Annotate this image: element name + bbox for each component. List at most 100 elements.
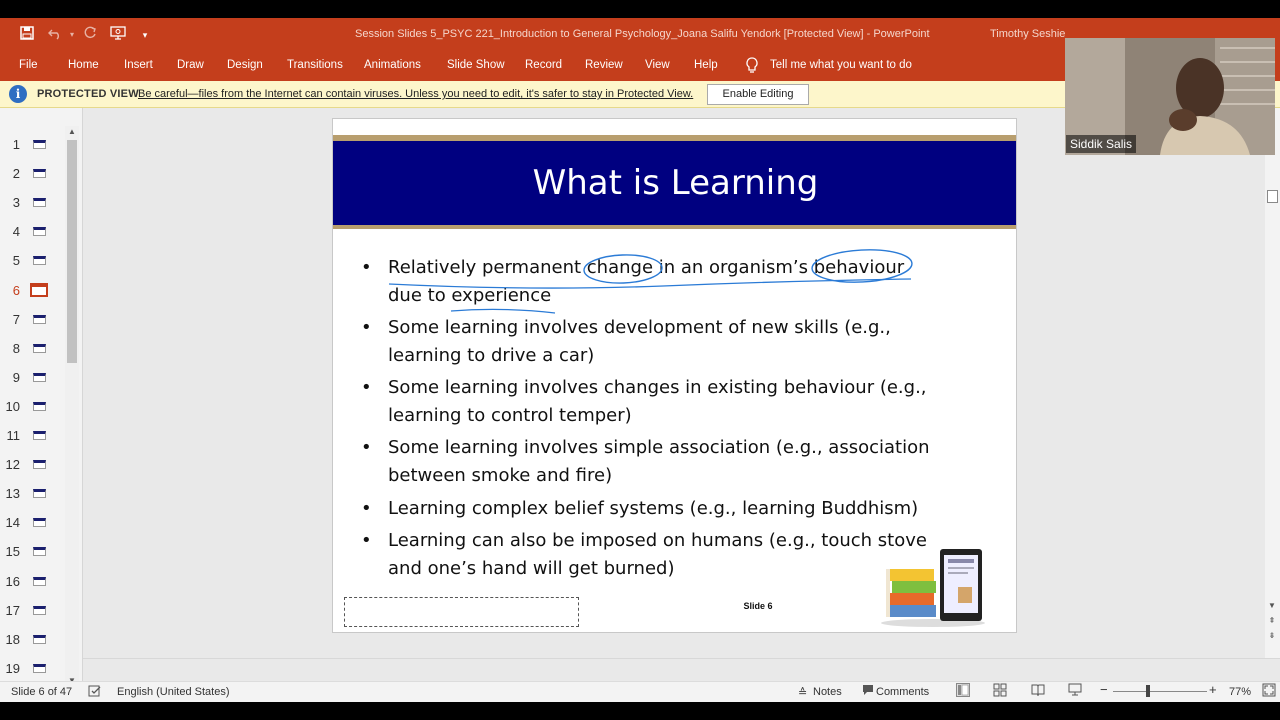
comments-icon[interactable] — [862, 684, 874, 699]
tab-home[interactable]: Home — [68, 59, 99, 71]
books-tablet-image — [881, 549, 985, 627]
slide-thumbnail-panel: 1234567891011121314151617181920 ▲ ▼ — [0, 108, 82, 702]
customize-qat-icon[interactable]: ▾ — [135, 25, 155, 45]
scrollbar-thumb[interactable] — [67, 140, 77, 363]
slide-editor: What is Learning • Relatively permanent c… — [83, 108, 1265, 658]
undo-dropdown-icon[interactable]: ▾ — [62, 25, 82, 45]
tab-file[interactable]: File — [19, 59, 38, 71]
slide-thumbnail-1[interactable]: 1 — [0, 134, 62, 156]
slide-thumbnail-6[interactable]: 6 — [0, 280, 62, 302]
slide-thumbnail-12[interactable]: 12 — [0, 454, 62, 476]
notes-icon[interactable]: ≙ — [798, 686, 807, 699]
slide-thumbnail-number: 17 — [5, 602, 20, 618]
tab-insert[interactable]: Insert — [124, 59, 153, 71]
slide-counter: Slide 6 of 47 — [11, 686, 73, 698]
slide-thumbnail-10[interactable]: 10 — [0, 396, 62, 418]
protected-view-message[interactable]: Be careful—files from the Internet can c… — [138, 88, 693, 100]
notes-button[interactable]: Notes — [813, 686, 842, 698]
present-from-beginning-icon[interactable] — [108, 25, 128, 45]
slide-thumbnail-preview[interactable] — [33, 663, 46, 673]
slide-thumbnail-4[interactable]: 4 — [0, 221, 62, 243]
notes-splitter[interactable] — [83, 658, 1280, 681]
tab-design[interactable]: Design — [227, 59, 263, 71]
scroll-down-icon[interactable]: ▼ — [1267, 601, 1277, 611]
protected-view-title: PROTECTED VIEW — [37, 88, 139, 100]
tell-me-search[interactable]: Tell me what you want to do — [770, 59, 912, 71]
zoom-out-icon[interactable]: − — [1100, 683, 1108, 696]
slideshow-icon[interactable] — [1068, 683, 1082, 700]
tab-help[interactable]: Help — [694, 59, 718, 71]
tab-view[interactable]: View — [645, 59, 670, 71]
slide-thumbnail-2[interactable]: 2 — [0, 163, 62, 185]
redo-icon[interactable] — [80, 25, 100, 45]
bullet-line: and one’s hand will get burned) — [388, 557, 675, 579]
footer-placeholder[interactable] — [344, 597, 579, 627]
slide-thumbnail-preview[interactable] — [33, 401, 46, 411]
fit-to-window-icon[interactable] — [1262, 683, 1276, 700]
spelling-check-icon[interactable] — [88, 684, 102, 701]
language-indicator[interactable]: English (United States) — [117, 686, 230, 698]
slide-thumbnail-preview[interactable] — [33, 256, 46, 266]
editor-scrollbar[interactable]: ▼ ⇞ ⇟ — [1265, 108, 1280, 658]
save-icon[interactable] — [17, 25, 37, 45]
slide-thumbnail-preview[interactable] — [33, 314, 46, 324]
bullet-marker: • — [361, 257, 372, 278]
scrollbar-thumb-editor[interactable] — [1267, 190, 1278, 203]
thumbnail-scrollbar[interactable]: ▲ ▼ — [65, 126, 79, 690]
enable-editing-button[interactable]: Enable Editing — [707, 84, 809, 105]
tab-animations[interactable]: Animations — [364, 59, 421, 71]
slide-sorter-icon[interactable] — [993, 683, 1007, 700]
slide-thumbnail-preview[interactable] — [33, 460, 46, 470]
slide-thumbnail-number: 16 — [5, 573, 20, 589]
tab-record[interactable]: Record — [525, 59, 562, 71]
slide-thumbnail-13[interactable]: 13 — [0, 483, 62, 505]
zoom-in-icon[interactable]: + — [1209, 683, 1217, 696]
slide-thumbnail-5[interactable]: 5 — [0, 250, 62, 272]
slide-thumbnail-preview[interactable] — [33, 140, 46, 149]
slide-thumbnail-preview[interactable] — [33, 227, 46, 237]
zoom-slider-thumb[interactable] — [1146, 685, 1150, 697]
slide-thumbnail-16[interactable]: 16 — [0, 571, 62, 593]
lightbulb-icon[interactable] — [745, 57, 759, 75]
reading-view-icon[interactable] — [1031, 683, 1045, 700]
slide-thumbnail-11[interactable]: 11 — [0, 425, 62, 447]
slide-thumbnail-preview[interactable] — [33, 605, 46, 615]
slide-thumbnail-preview[interactable] — [33, 489, 46, 499]
slide-thumbnail-preview[interactable] — [30, 282, 48, 297]
tab-review[interactable]: Review — [585, 59, 623, 71]
slide-thumbnail-18[interactable]: 18 — [0, 629, 62, 651]
bullet-line: Some learning involves development of ne… — [388, 317, 891, 338]
zoom-level[interactable]: 77% — [1229, 686, 1251, 698]
tab-draw[interactable]: Draw — [177, 59, 204, 71]
slide-thumbnail-preview[interactable] — [33, 634, 46, 644]
slide-thumbnail-preview[interactable] — [33, 372, 46, 382]
account-name[interactable]: Timothy Seshie — [990, 28, 1065, 40]
slide-thumbnail-preview[interactable] — [33, 343, 46, 353]
slide-thumbnail-19[interactable]: 19 — [0, 658, 62, 680]
slide-thumbnail-preview[interactable] — [33, 198, 46, 208]
slide-title[interactable]: What is Learning — [333, 163, 1016, 203]
slide-thumbnail-3[interactable]: 3 — [0, 192, 62, 214]
current-slide[interactable]: What is Learning • Relatively permanent c… — [332, 118, 1017, 633]
webcam-video[interactable]: Siddik Salis — [1065, 38, 1275, 155]
next-slide-icon[interactable]: ⇟ — [1267, 631, 1277, 641]
comments-button[interactable]: Comments — [876, 686, 929, 698]
slide-thumbnail-preview[interactable] — [33, 518, 46, 528]
slide-thumbnail-number: 10 — [5, 398, 20, 414]
scroll-up-icon[interactable]: ▲ — [67, 127, 77, 137]
zoom-slider[interactable] — [1113, 691, 1207, 692]
slide-thumbnail-preview[interactable] — [33, 576, 46, 586]
slide-thumbnail-14[interactable]: 14 — [0, 512, 62, 534]
slide-thumbnail-15[interactable]: 15 — [0, 541, 62, 563]
slide-thumbnail-7[interactable]: 7 — [0, 309, 62, 331]
slide-thumbnail-preview[interactable] — [33, 431, 46, 440]
slide-thumbnail-preview[interactable] — [33, 169, 46, 179]
slide-thumbnail-8[interactable]: 8 — [0, 338, 62, 360]
normal-view-icon[interactable] — [956, 683, 970, 700]
tab-transitions[interactable]: Transitions — [287, 59, 343, 71]
tab-slide-show[interactable]: Slide Show — [447, 59, 505, 71]
slide-thumbnail-17[interactable]: 17 — [0, 600, 62, 622]
slide-thumbnail-9[interactable]: 9 — [0, 367, 62, 389]
previous-slide-icon[interactable]: ⇞ — [1267, 616, 1277, 626]
slide-thumbnail-preview[interactable] — [33, 547, 46, 557]
